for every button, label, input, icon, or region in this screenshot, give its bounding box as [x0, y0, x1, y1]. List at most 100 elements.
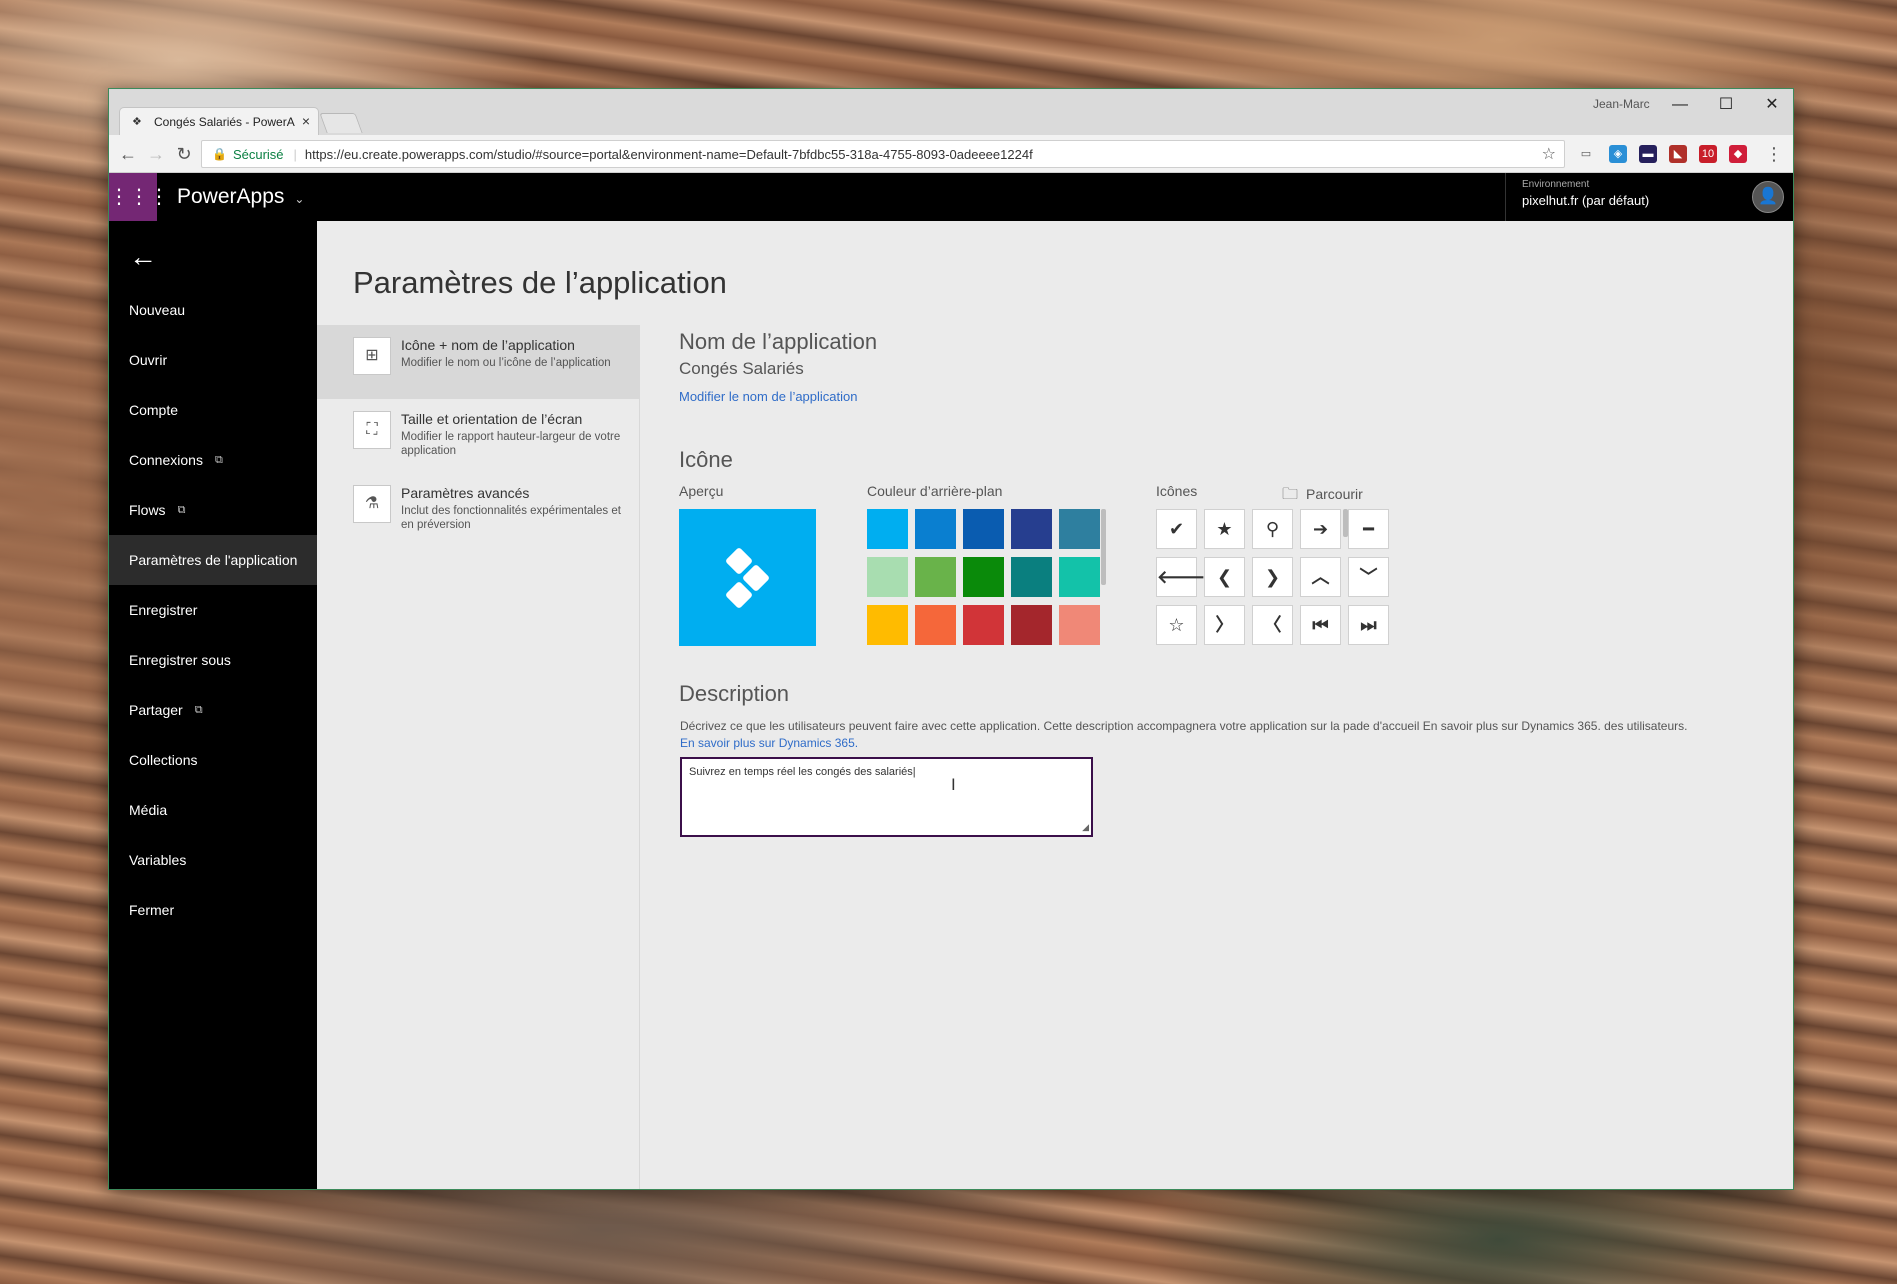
- minimize-button[interactable]: —: [1657, 91, 1703, 119]
- color-swatch[interactable]: [915, 557, 956, 597]
- ext-icon[interactable]: ◣: [1669, 145, 1687, 163]
- close-window-button[interactable]: ✕: [1749, 91, 1793, 119]
- browse-button[interactable]: 🗀 Parcourir: [1282, 483, 1363, 510]
- color-swatch[interactable]: [1011, 509, 1052, 549]
- star-icon[interactable]: ★: [1204, 509, 1245, 549]
- color-swatch[interactable]: [915, 509, 956, 549]
- option-screen-size[interactable]: ⛶ Taille et orientation de l’écran Modif…: [317, 399, 639, 473]
- color-scrollbar[interactable]: [1101, 509, 1106, 585]
- sidebar-item[interactable]: Nouveau: [109, 285, 317, 335]
- arrow-right-icon[interactable]: ➔: [1300, 509, 1341, 549]
- color-swatch[interactable]: [1059, 557, 1100, 597]
- minus-icon[interactable]: ━: [1348, 509, 1389, 549]
- ext-icon[interactable]: ◆: [1729, 145, 1747, 163]
- chevron-right-icon[interactable]: ❯: [1252, 557, 1293, 597]
- sidebar-item[interactable]: Flows ⧉: [109, 485, 317, 535]
- reload-button[interactable]: ↻: [171, 141, 197, 167]
- chevron-left-thin-icon[interactable]: 〈: [1252, 605, 1293, 645]
- color-swatch[interactable]: [915, 605, 956, 645]
- ext-icon[interactable]: 10: [1699, 145, 1717, 163]
- check-icon[interactable]: ✔: [1156, 509, 1197, 549]
- tab-title: Congés Salariés - PowerA: [154, 114, 295, 129]
- color-swatch[interactable]: [963, 605, 1004, 645]
- ext-icon[interactable]: ▬: [1639, 145, 1657, 163]
- option-desc: Modifier le rapport hauteur-largeur de v…: [401, 431, 621, 457]
- resize-handle-icon[interactable]: ◢: [1082, 822, 1089, 833]
- back-arrow-icon[interactable]: ←: [129, 241, 157, 273]
- bookmark-star-icon[interactable]: ☆: [1542, 144, 1556, 164]
- description-value: Suivrez en temps réel les congés des sal…: [689, 766, 913, 778]
- url-separator: |: [293, 146, 297, 162]
- chevron-left-icon[interactable]: ❮: [1204, 557, 1245, 597]
- chevron-down-icon[interactable]: ﹀: [1348, 557, 1389, 597]
- chevron-right-thin-icon[interactable]: 〉: [1204, 605, 1245, 645]
- color-swatch[interactable]: [867, 509, 908, 549]
- browser-menu-icon[interactable]: ⋮: [1761, 141, 1787, 167]
- sidebar-item-label: Connexions: [129, 452, 203, 468]
- sidebar-item-label: Ouvrir: [129, 352, 168, 368]
- back-button[interactable]: ←: [115, 141, 141, 167]
- option-icon-name[interactable]: ⊞ Icône + nom de l’application Modifier …: [317, 325, 639, 399]
- color-swatch[interactable]: [1011, 557, 1052, 597]
- icons-scrollbar[interactable]: [1343, 509, 1348, 537]
- color-swatch[interactable]: [867, 557, 908, 597]
- browser-tab[interactable]: ❖ Congés Salariés - PowerA ×: [119, 107, 319, 135]
- rename-app-link[interactable]: Modifier le nom de l’application: [679, 389, 857, 404]
- color-swatch[interactable]: [867, 605, 908, 645]
- grid-icon: ⊞: [353, 337, 391, 375]
- sidebar-item-label: Collections: [129, 752, 198, 768]
- brand[interactable]: PowerApps ⌄: [177, 185, 304, 209]
- sidebar-item[interactable]: Enregistrer: [109, 585, 317, 635]
- skip-back-icon[interactable]: ⏮: [1300, 605, 1341, 645]
- sidebar-item[interactable]: Compte: [109, 385, 317, 435]
- cast-icon[interactable]: ▭: [1577, 145, 1595, 163]
- description-help: Décrivez ce que les utilisateurs peuvent…: [680, 718, 1740, 752]
- option-title: Paramètres avancés: [401, 485, 530, 501]
- chevron-up-icon[interactable]: ︿: [1300, 557, 1341, 597]
- learn-more-link[interactable]: En savoir plus sur Dynamics 365.: [680, 736, 858, 750]
- app-launcher-icon[interactable]: ⋮⋮⋮: [109, 173, 169, 221]
- forward-button[interactable]: →: [143, 141, 169, 167]
- folder-icon: 🗀: [1282, 486, 1299, 503]
- browser-window: ❖ Congés Salariés - PowerA × Jean-Marc —…: [108, 88, 1794, 1190]
- sidebar-item[interactable]: Média: [109, 785, 317, 835]
- color-swatch[interactable]: [1059, 605, 1100, 645]
- color-swatch[interactable]: [963, 509, 1004, 549]
- preview-label: Aperçu: [679, 483, 724, 499]
- sidebar-item[interactable]: Ouvrir: [109, 335, 317, 385]
- sidebar-item[interactable]: Paramètres de l'application: [109, 535, 317, 585]
- environment-picker[interactable]: Environnement pixelhut.fr (par défaut): [1505, 173, 1743, 221]
- powerapps-favicon-icon: ❖: [132, 115, 142, 128]
- settings-options-pane: ⊞ Icône + nom de l’application Modifier …: [317, 325, 640, 1189]
- color-swatch[interactable]: [1011, 605, 1052, 645]
- sidebar-item[interactable]: Collections: [109, 735, 317, 785]
- sidebar-item[interactable]: Fermer: [109, 885, 317, 935]
- profile-name[interactable]: Jean-Marc: [1593, 97, 1650, 111]
- skip-forward-icon[interactable]: ⏭: [1348, 605, 1389, 645]
- browse-label: Parcourir: [1306, 486, 1363, 502]
- user-avatar-icon[interactable]: 👤: [1752, 181, 1784, 213]
- shield-icon[interactable]: ◈: [1609, 145, 1627, 163]
- sidebar-item[interactable]: Variables: [109, 835, 317, 885]
- url-bar[interactable]: 🔒 Sécurisé | https://eu.create.powerapps…: [201, 140, 1565, 168]
- tab-close-icon[interactable]: ×: [302, 113, 310, 129]
- maximize-button[interactable]: ☐: [1703, 91, 1749, 119]
- sidebar-item-label: Variables: [129, 852, 187, 868]
- color-swatch[interactable]: [1059, 509, 1100, 549]
- sidebar-item[interactable]: Connexions ⧉: [109, 435, 317, 485]
- lock-icon: 🔒: [212, 147, 227, 161]
- environment-name: pixelhut.fr (par défaut): [1522, 193, 1650, 208]
- description-textarea[interactable]: Suivrez en temps réel les congés des sal…: [680, 757, 1093, 837]
- option-advanced[interactable]: ⚗ Paramètres avancés Inclut des fonction…: [317, 473, 639, 547]
- sidebar-item[interactable]: Partager ⧉: [109, 685, 317, 735]
- sidebar-item[interactable]: Enregistrer sous: [109, 635, 317, 685]
- color-swatch[interactable]: [963, 557, 1004, 597]
- arrow-left-icon[interactable]: 🡐: [1156, 557, 1205, 597]
- search-icon[interactable]: ⚲: [1252, 509, 1293, 549]
- star-outline-icon[interactable]: ☆: [1156, 605, 1197, 645]
- description-help-text: Décrivez ce que les utilisateurs peuvent…: [680, 719, 1688, 733]
- description-heading: Description: [679, 681, 790, 706]
- new-tab-button[interactable]: [319, 113, 363, 133]
- url-text: https://eu.create.powerapps.com/studio/#…: [304, 146, 1033, 162]
- external-link-icon: ⧉: [214, 453, 223, 466]
